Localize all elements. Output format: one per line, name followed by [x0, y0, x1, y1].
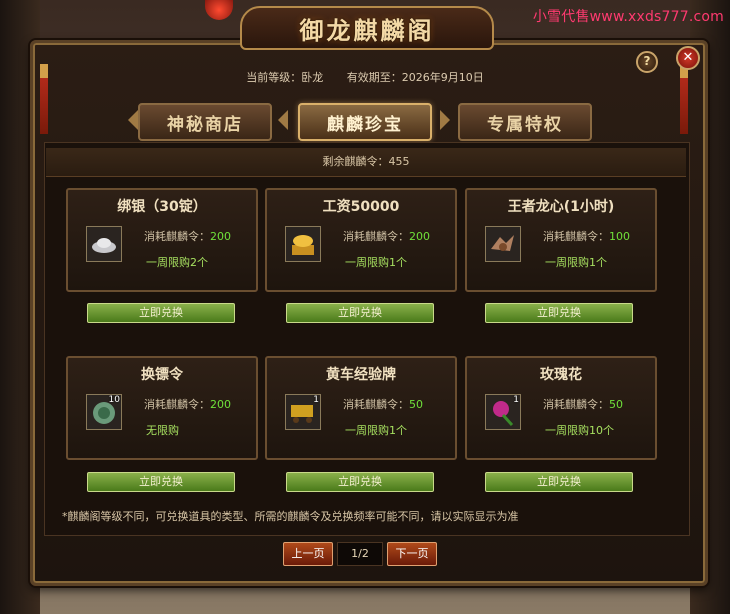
membership-info: 当前等级：卧龙 有效期至：2026年9月10日: [0, 69, 730, 85]
item-quantity: 1: [313, 395, 319, 405]
tab-right-arrow-icon: [440, 110, 450, 130]
exchange-button[interactable]: 立即兑换: [485, 472, 633, 492]
item-name: 绑银（30锭）: [117, 199, 207, 215]
footnote: *麒麟阁等级不同，可兑换道具的类型、所需的麒麟令及兑换频率可能不同，请以实际显示…: [62, 510, 519, 523]
yellow-cart-icon[interactable]: 1: [285, 394, 321, 430]
item-cost: 消耗麒麟令：50: [543, 398, 623, 411]
expiry-date: 有效期至：2026年9月10日: [346, 71, 484, 84]
item-name: 工资50000: [322, 199, 400, 215]
item-card: 王者龙心(1小时) 消耗麒麟令：100 一周限购1个: [465, 188, 657, 292]
item-card: 玫瑰花 1 消耗麒麟令：50 一周限购10个: [465, 356, 657, 460]
item-name: 换镖令: [141, 367, 183, 383]
item-quantity: 10: [108, 395, 120, 405]
item-name: 王者龙心(1小时): [507, 199, 615, 215]
window-title: 御龙麒麟阁: [299, 15, 435, 45]
exchange-button[interactable]: 立即兑换: [485, 303, 633, 323]
rose-icon[interactable]: 1: [485, 394, 521, 430]
exchange-button[interactable]: 立即兑换: [286, 303, 434, 323]
close-button[interactable]: ✕: [676, 46, 700, 70]
item-card: 换镖令 10 消耗麒麟令：200 无限购: [66, 356, 258, 460]
item-cost: 消耗麒麟令：200: [144, 398, 231, 411]
item-name: 玫瑰花: [540, 367, 582, 383]
page-indicator: 1/2: [337, 542, 383, 566]
exchange-button[interactable]: 立即兑换: [286, 472, 434, 492]
item-card: 绑银（30锭） 消耗麒麟令：200 一周限购2个: [66, 188, 258, 292]
item-card: 黄车经验牌 1 消耗麒麟令：50 一周限购1个: [265, 356, 457, 460]
lantern-icon: [205, 0, 233, 20]
title-plate: 御龙麒麟阁: [240, 6, 494, 50]
watermark: 小雪代售www.xxds777.com: [532, 9, 724, 25]
escort-token-icon[interactable]: 10: [86, 394, 122, 430]
item-cost: 消耗麒麟令：200: [343, 230, 430, 243]
tab-exclusive-privilege[interactable]: 专属特权: [458, 103, 592, 141]
tab-left-arrow-icon: [278, 110, 288, 130]
item-card: 工资50000 消耗麒麟令：200 一周限购1个: [265, 188, 457, 292]
silver-ingot-icon[interactable]: [86, 226, 122, 262]
item-limit: 一周限购1个: [545, 256, 607, 269]
item-limit: 一周限购1个: [345, 424, 407, 437]
item-limit: 一周限购1个: [345, 256, 407, 269]
gold-coins-icon[interactable]: [285, 226, 321, 262]
item-name: 黄车经验牌: [326, 367, 396, 383]
item-quantity: 1: [513, 395, 519, 405]
current-level: 当前等级：卧龙: [246, 71, 324, 84]
remaining-tokens: 剩余麒麟令：455: [46, 148, 686, 177]
tab-qilin-treasure[interactable]: 麒麟珍宝: [298, 103, 432, 141]
item-limit: 一周限购10个: [545, 424, 614, 437]
dragon-heart-icon[interactable]: [485, 226, 521, 262]
next-page-button[interactable]: 下一页: [387, 542, 437, 566]
exchange-button[interactable]: 立即兑换: [87, 303, 235, 323]
tab-left-arrow-icon: [128, 110, 138, 130]
exchange-button[interactable]: 立即兑换: [87, 472, 235, 492]
item-cost: 消耗麒麟令：200: [144, 230, 231, 243]
item-limit: 一周限购2个: [146, 256, 208, 269]
item-cost: 消耗麒麟令：100: [543, 230, 630, 243]
tab-mystery-shop[interactable]: 神秘商店: [138, 103, 272, 141]
item-limit: 无限购: [146, 424, 179, 437]
prev-page-button[interactable]: 上一页: [283, 542, 333, 566]
item-cost: 消耗麒麟令：50: [343, 398, 423, 411]
